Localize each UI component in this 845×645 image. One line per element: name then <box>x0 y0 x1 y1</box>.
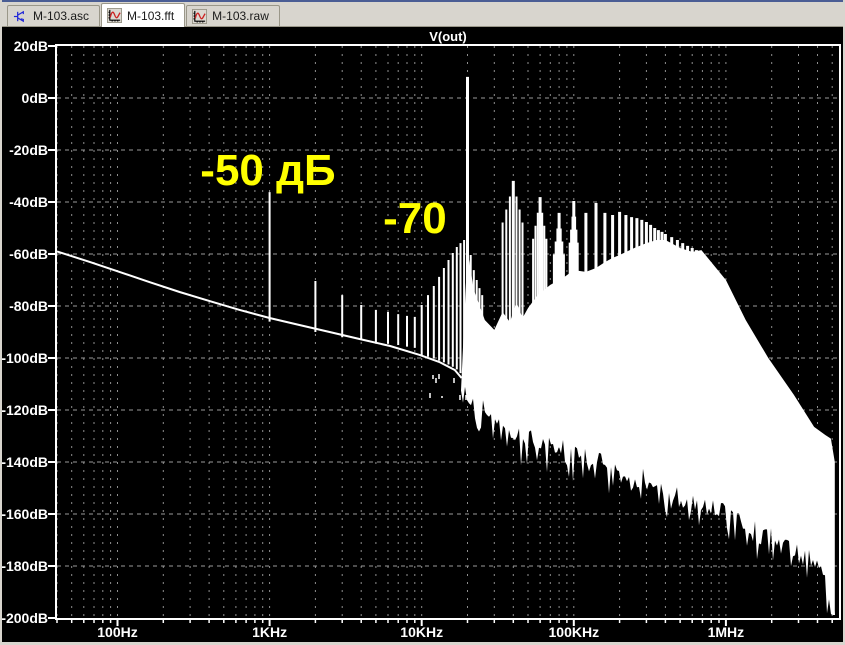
tab-M-103.raw[interactable]: M-103.raw <box>186 5 280 26</box>
tab-label: M-103.fft <box>127 8 175 23</box>
annotation-2: -70 <box>383 194 447 243</box>
schematic-icon <box>13 9 28 24</box>
x-axis-label: 100KHz <box>549 624 600 640</box>
plot-title: V(out) <box>429 29 467 44</box>
y-axis-label: -60dB <box>9 246 48 262</box>
y-axis-label: -180dB <box>1 558 48 574</box>
x-axis-label: 1MHz <box>708 624 745 640</box>
waveform-icon <box>107 8 123 23</box>
tab-bar: M-103.asc M-103.fft M-103.raw <box>0 2 845 27</box>
y-axis-label: -200dB <box>1 610 48 626</box>
y-axis-label: 20dB <box>14 38 48 54</box>
waveform-icon <box>192 8 208 24</box>
y-axis-label: -100dB <box>1 350 48 366</box>
y-axis-label: -40dB <box>9 194 48 210</box>
y-axis-label: -20dB <box>9 142 48 158</box>
tab-M-103.fft[interactable]: M-103.fft <box>101 3 186 27</box>
fft-plot-pane[interactable]: 20dB 0dB -20dB -40dB -60dB -80dB -100dB -120dB -… <box>0 0 845 645</box>
tab-M-103.asc[interactable]: M-103.asc <box>7 5 101 26</box>
y-axis-label: 0dB <box>22 90 48 106</box>
y-axis-label: -140dB <box>1 454 48 470</box>
window-top-border <box>0 0 845 2</box>
y-axis-label: -120dB <box>1 402 48 418</box>
y-axis-label: -80dB <box>9 298 48 314</box>
y-axis-label: -160dB <box>1 506 48 522</box>
ltspice-window: M-103.asc M-103.fft M-103.raw 20dB 0dB -20dB… <box>0 0 845 645</box>
tab-label: M-103.asc <box>33 9 90 23</box>
annotation-1: -50 дБ <box>200 146 335 195</box>
x-axis-label: 1KHz <box>252 624 287 640</box>
x-axis-label: 100Hz <box>97 624 137 640</box>
tab-label: M-103.raw <box>212 9 269 23</box>
x-axis-label: 10KHz <box>400 624 443 640</box>
